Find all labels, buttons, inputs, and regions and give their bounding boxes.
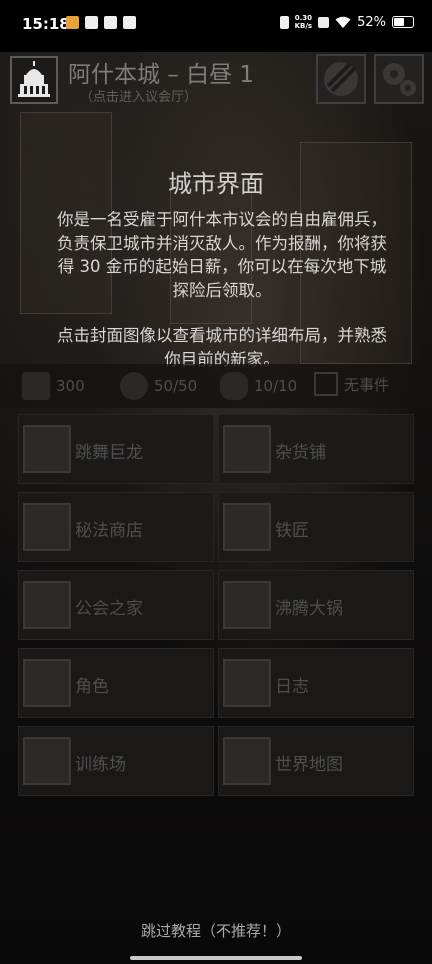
brain-icon xyxy=(220,372,248,400)
event-checkbox xyxy=(314,372,338,396)
crossed-swords-icon xyxy=(23,737,71,785)
anvil-icon xyxy=(223,503,271,551)
gold-stat: 300 xyxy=(22,372,85,400)
wifi-icon xyxy=(335,16,351,28)
swirl-app-icon xyxy=(104,16,117,29)
status-bar: 15:18 0.30 KB/s 52% xyxy=(0,0,432,52)
vibrate-icon xyxy=(279,15,289,29)
building-tile-world-map[interactable]: 世界地图 xyxy=(218,726,414,796)
sanity-stat: 10/10 xyxy=(220,372,297,400)
crown-icon xyxy=(123,16,136,29)
building-tile-tavern[interactable]: 跳舞巨龙 xyxy=(18,414,214,484)
city-subtitle: （点击进入议会厅） xyxy=(80,90,198,105)
shield-button[interactable] xyxy=(316,54,366,104)
building-tile-character[interactable]: 角色 xyxy=(18,648,214,718)
quill-scroll-icon xyxy=(223,659,271,707)
building-tile-training-ground[interactable]: 训练场 xyxy=(18,726,214,796)
tankard-icon xyxy=(23,425,71,473)
tiktok-icon xyxy=(85,16,98,29)
city-hall-icon[interactable] xyxy=(10,56,58,104)
system-status: 0.30 KB/s 52% xyxy=(279,14,414,30)
network-speed: 0.30 KB/s xyxy=(294,14,313,30)
settings-button[interactable] xyxy=(374,54,424,104)
skip-tutorial-button[interactable]: 跳过教程（不推荐！） xyxy=(0,920,432,941)
building-tile-blacksmith[interactable]: 铁匠 xyxy=(218,492,414,562)
building-tile-cauldron[interactable]: 沸腾大锅 xyxy=(218,570,414,640)
map-icon xyxy=(223,737,271,785)
building-tile-general-store[interactable]: 杂货铺 xyxy=(218,414,414,484)
striped-shield-icon xyxy=(324,62,358,96)
spellbook-icon xyxy=(23,503,71,551)
building-tile-guild-house[interactable]: 公会之家 xyxy=(18,570,214,640)
clock: 15:18 xyxy=(22,15,70,33)
data-saver-icon xyxy=(318,16,330,28)
battery-percent: 52% xyxy=(357,14,386,30)
scales-icon xyxy=(223,425,271,473)
building-tile-journal[interactable]: 日志 xyxy=(218,648,414,718)
tutorial-paragraph-1: 你是一名受雇于阿什本市议会的自由雇佣兵，负责保卫城市并消灭敌人。作为报酬，你将获… xyxy=(57,210,387,300)
event-stat: 无事件 xyxy=(314,372,389,396)
battery-icon xyxy=(392,16,414,28)
gold-coins-icon xyxy=(22,372,50,400)
app-notification-icon xyxy=(66,16,79,29)
notification-icons xyxy=(66,16,136,29)
tutorial-title: 城市界面 xyxy=(168,170,264,198)
knight-helmet-icon xyxy=(23,659,71,707)
food-stat: 50/50 xyxy=(120,372,197,400)
city-title[interactable]: 阿什本城 – 白昼 1 xyxy=(68,55,254,89)
building-tile-arcane-shop[interactable]: 秘法商店 xyxy=(18,492,214,562)
cauldron-icon xyxy=(223,581,271,629)
gears-icon xyxy=(383,63,416,96)
apple-icon xyxy=(120,372,148,400)
gesture-nav-bar[interactable] xyxy=(130,956,302,960)
guild-shield-icon xyxy=(23,581,71,629)
